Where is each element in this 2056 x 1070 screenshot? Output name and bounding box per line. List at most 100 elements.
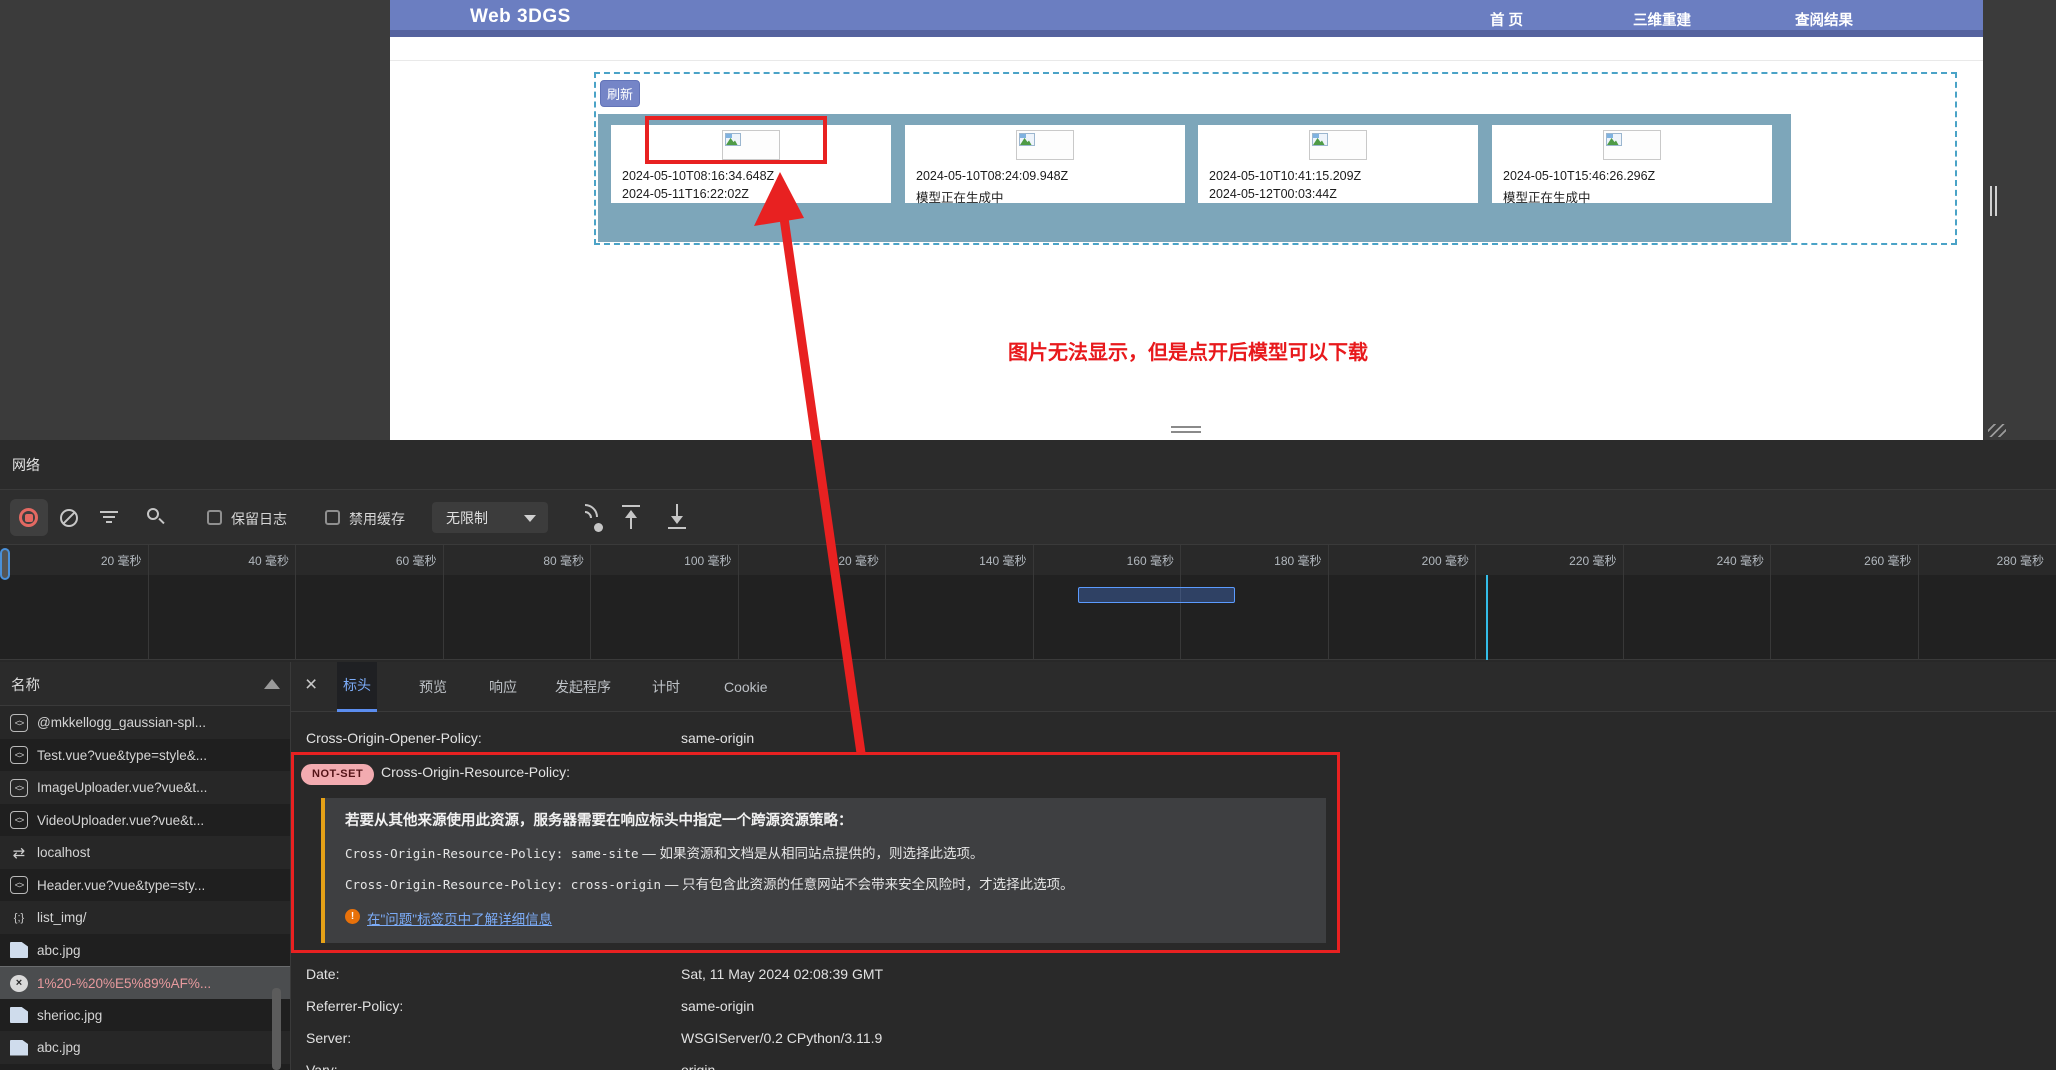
result-card[interactable]: 2024-05-10T10:41:15.209Z 2024-05-12T00:03… [1198, 125, 1478, 203]
clear-icon[interactable] [60, 509, 78, 527]
timeline-gridline [1032, 545, 1034, 660]
request-row[interactable]: {;} list_img/ [0, 901, 290, 934]
request-row[interactable]: × 1%20-%20%E5%89%AF%... [0, 966, 290, 999]
timeline-tick-label: 80 毫秒 [543, 554, 584, 568]
broken-image-icon [1019, 133, 1035, 146]
request-details-pane: × 标头预览响应发起程序计时 Cookie Content-Type: text/… [290, 662, 2056, 1070]
tab-timing[interactable]: 计时 [646, 662, 686, 712]
request-name: localhost [37, 845, 91, 860]
request-row[interactable]: <> @mkkellogg_gaussian-spl... [0, 706, 290, 739]
close-icon[interactable]: × [305, 673, 317, 697]
nav-item-reconstruction[interactable]: 三维重建 [1633, 9, 1691, 30]
timeline-tick-label: 100 毫秒 [684, 554, 732, 568]
header-key: Vary: [306, 1062, 338, 1070]
corner-resize-icon[interactable] [1988, 424, 2006, 437]
timeline-tick-label: 40 毫秒 [248, 554, 289, 568]
timeline-gridline [885, 545, 886, 660]
header-key: Referrer-Policy: [306, 998, 404, 1014]
app-title: Web 3DGS [470, 6, 571, 27]
nav-item-home[interactable]: 首 页 [1490, 9, 1523, 30]
header-row-clipped: Content-Type: text/html; charset=utf-8 [291, 712, 2056, 722]
overview-drag-handle[interactable] [0, 548, 10, 580]
header-key: Server: [306, 1030, 352, 1046]
request-name: Test.vue?vue&type=style&... [37, 747, 207, 763]
broken-image-placeholder [1016, 130, 1074, 160]
file-icon [10, 942, 28, 958]
callout-option-code: Cross-Origin-Resource-Policy: cross-orig… [345, 877, 662, 892]
request-row[interactable]: abc.jpg [0, 933, 290, 967]
request-row[interactable]: abc.jpg [0, 1031, 290, 1064]
network-conditions-icon [594, 523, 603, 532]
broken-image-icon [1606, 133, 1622, 146]
tab-initiator[interactable]: 发起程序 [549, 662, 617, 712]
error-icon: × [10, 974, 28, 992]
disable-cache-label: 禁用缓存 [349, 511, 405, 527]
request-row[interactable]: <> ImageUploader.vue?vue&t... [0, 771, 290, 804]
preserve-log-checkbox[interactable] [207, 510, 222, 525]
network-overview-timeline: 20 毫秒 40 毫秒 60 毫秒 80 毫秒 100 毫秒 120 毫秒 140 毫秒 16… [0, 545, 2056, 747]
import-har-icon [630, 516, 632, 529]
window-scrollbar-handle[interactable] [1990, 186, 1992, 216]
timeline-tick-label: 180 毫秒 [1274, 554, 1322, 568]
filter-icon[interactable] [100, 511, 118, 513]
overview-selection-range[interactable] [1078, 587, 1235, 603]
timeline-tick-label: 20 毫秒 [100, 554, 142, 568]
header-key: Cross-Origin-Opener-Policy: [306, 730, 482, 746]
export-har-icon [671, 516, 683, 524]
header-row: Server: WSGIServer/0.2 CPython/3.11.9 [291, 1022, 2056, 1054]
disable-cache-checkbox[interactable] [325, 510, 340, 525]
request-row[interactable]: <> Header.vue?vue&type=sty... [0, 868, 290, 902]
json-icon: {;} [13, 911, 25, 924]
timeline-tick-label: 240 毫秒 [1716, 554, 1764, 568]
refresh-button[interactable]: 刷新 [600, 80, 640, 107]
result-card[interactable]: 2024-05-10T15:46:26.296Z 模型正在生成中 [1492, 125, 1772, 205]
request-row[interactable]: sherioc.jpg [0, 998, 290, 1032]
broken-image-placeholder [722, 130, 780, 160]
header-row: Date: Sat, 11 May 2024 02:08:39 GMT [291, 958, 2056, 990]
timeline-gridline [1917, 545, 1919, 660]
tab-response[interactable]: 响应 [483, 662, 523, 712]
timeline-gridline [737, 545, 739, 660]
script-icon: <> [10, 746, 28, 764]
callout-option-text: — 如果资源和文档是从相同站点提供的，则选择此选项。 [638, 846, 984, 861]
issue-warning-icon: ! [345, 909, 360, 924]
result-card[interactable]: 2024-05-10T08:24:09.948Z 模型正在生成中 [905, 125, 1185, 205]
request-name: ImageUploader.vue?vue&t... [37, 780, 208, 795]
request-row[interactable]: ⇄ localhost [0, 836, 290, 869]
request-name: Header.vue?vue&type=sty... [37, 877, 206, 893]
tab-cookies[interactable]: Cookie [718, 662, 774, 712]
issues-tab-link[interactable]: 在"问题"标签页中了解详细信息 [367, 908, 552, 928]
timeline-gridline [1475, 545, 1476, 660]
devtools-resize-handle[interactable] [1171, 431, 1201, 433]
header-row: Referrer-Policy: same-origin [291, 990, 2056, 1022]
exchange-icon: ⇄ [12, 844, 26, 862]
header-value: same-origin [681, 730, 755, 746]
name-column-header[interactable]: 名称 [0, 662, 290, 706]
tab-headers[interactable]: 标头 [337, 662, 377, 712]
timeline-gridline [1770, 545, 1771, 660]
annotation-note-text: 图片无法显示，但是点开后模型可以下载 [1008, 342, 1368, 364]
search-icon[interactable] [147, 508, 159, 520]
tab-preview[interactable]: 预览 [413, 662, 453, 712]
divider [390, 60, 1983, 61]
timeline-ruler: 20 毫秒 40 毫秒 60 毫秒 80 毫秒 100 毫秒 120 毫秒 140 毫秒 16… [0, 545, 2056, 575]
card-status: 模型正在生成中 [916, 191, 1004, 205]
filter-icon [106, 521, 112, 523]
import-har-icon[interactable] [622, 505, 640, 507]
request-row[interactable]: <> Test.vue?vue&type=style&... [0, 738, 290, 772]
devtools-resize-handle[interactable] [1171, 426, 1201, 428]
app-navbar: Web 3DGS 首 页 三维重建 查阅结果 [390, 0, 1983, 37]
record-button[interactable] [10, 499, 48, 536]
window-scrollbar-handle[interactable] [1995, 186, 1997, 216]
timeline-gridline [295, 545, 296, 660]
broken-image-icon [725, 133, 741, 146]
request-row[interactable]: <> VideoUploader.vue?vue&t... [0, 803, 290, 837]
nav-item-results[interactable]: 查阅结果 [1795, 9, 1853, 30]
requests-scrollbar[interactable] [272, 988, 281, 1070]
result-card[interactable]: 2024-05-10T08:16:34.648Z 2024-05-11T16:22… [611, 125, 891, 203]
header-value: origin [681, 1062, 716, 1070]
request-row[interactable] [0, 1063, 290, 1070]
details-tabstrip: × 标头 预览 响应 发起程序 计时 Cookie [291, 662, 2056, 712]
throttling-dropdown[interactable]: 无限制 [432, 502, 548, 533]
screen: Web 3DGS 首 页 三维重建 查阅结果 刷新 2024-05-10T08:… [0, 0, 2056, 1070]
